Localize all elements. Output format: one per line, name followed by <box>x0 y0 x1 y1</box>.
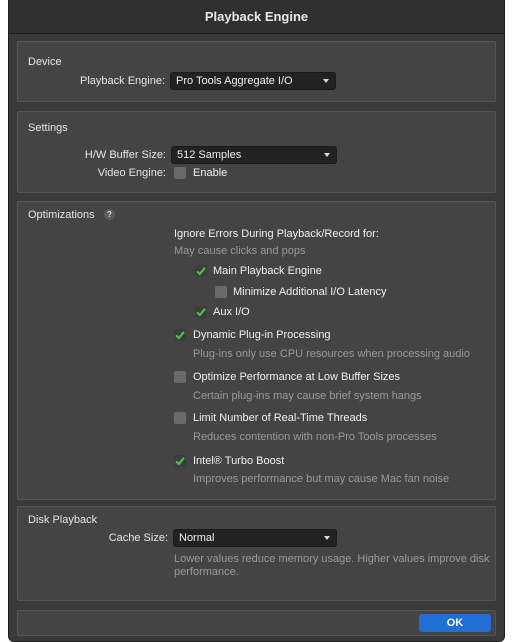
video-engine-label: Video Engine: <box>97 167 166 179</box>
optimize-low-buffer-checkbox[interactable] <box>174 371 186 383</box>
cache-size-hint-line2: performance. <box>174 566 239 578</box>
chevron-down-icon <box>324 536 330 540</box>
ignore-errors-heading: Ignore Errors During Playback/Record for… <box>174 228 379 240</box>
turbo-boost-label: Intel® Turbo Boost <box>193 455 285 467</box>
window-title: Playback Engine <box>9 0 504 34</box>
optimize-low-buffer-label: Optimize Performance at Low Buffer Sizes <box>193 371 401 383</box>
playback-engine-dropdown[interactable]: Pro Tools Aggregate I/O <box>170 72 336 90</box>
checkmark-icon <box>175 331 185 340</box>
turbo-boost-checkbox[interactable] <box>174 455 186 467</box>
settings-section-title: Settings <box>28 122 68 134</box>
playback-engine-window: Playback Engine Device Playback Engine: … <box>8 0 505 642</box>
limit-threads-checkbox[interactable] <box>174 412 186 424</box>
checkmark-icon <box>196 267 206 276</box>
help-icon[interactable]: ? <box>104 209 115 220</box>
turbo-boost-hint: Improves performance but may cause Mac f… <box>193 473 450 485</box>
ok-button[interactable]: OK <box>419 614 491 632</box>
disk-playback-section: Disk Playback Cache Size: Normal Lower v… <box>17 506 496 601</box>
minimize-latency-checkbox[interactable] <box>215 286 227 298</box>
limit-threads-hint: Reduces contention with non-Pro Tools pr… <box>193 431 437 443</box>
buffer-size-dropdown[interactable]: 512 Samples <box>171 146 337 164</box>
video-engine-checkbox[interactable] <box>174 167 186 179</box>
chevron-down-icon <box>324 153 330 157</box>
optimize-low-buffer-hint: Certain plug-ins may cause brief system … <box>193 390 422 402</box>
settings-section: Settings H/W Buffer Size: 512 Samples Vi… <box>17 111 496 193</box>
optimizations-section: Optimizations ? Ignore Errors During Pla… <box>17 201 496 500</box>
optimizations-section-title: Optimizations <box>28 209 95 221</box>
playback-engine-value: Pro Tools Aggregate I/O <box>176 75 293 87</box>
limit-threads-label: Limit Number of Real-Time Threads <box>193 412 368 424</box>
main-playback-label: Main Playback Engine <box>213 265 322 277</box>
cache-size-value: Normal <box>179 532 215 544</box>
device-section: Device Playback Engine: Pro Tools Aggreg… <box>17 41 496 102</box>
aux-io-label: Aux I/O <box>213 306 250 318</box>
aux-io-checkbox[interactable] <box>195 306 207 318</box>
minimize-latency-label: Minimize Additional I/O Latency <box>233 286 387 298</box>
dynamic-plugin-checkbox[interactable] <box>174 329 186 341</box>
device-section-title: Device <box>28 56 62 68</box>
playback-engine-label: Playback Engine: <box>80 75 165 87</box>
dynamic-plugin-hint: Plug-ins only use CPU resources when pro… <box>193 348 470 360</box>
checkmark-icon <box>175 457 185 466</box>
buffer-size-label: H/W Buffer Size: <box>84 149 166 161</box>
buffer-size-value: 512 Samples <box>177 149 242 161</box>
disk-playback-section-title: Disk Playback <box>28 514 98 526</box>
checkmark-icon <box>196 308 206 317</box>
cache-size-label: Cache Size: <box>108 532 168 544</box>
main-playback-checkbox[interactable] <box>195 265 207 277</box>
video-engine-enable-label: Enable <box>193 167 228 179</box>
ignore-errors-hint: May cause clicks and pops <box>174 245 306 257</box>
dialog-footer: OK <box>17 610 496 636</box>
cache-size-dropdown[interactable]: Normal <box>173 529 337 547</box>
chevron-down-icon <box>323 79 329 83</box>
dynamic-plugin-label: Dynamic Plug-in Processing <box>193 329 331 341</box>
cache-size-hint-line1: Lower values reduce memory usage. Higher… <box>174 553 490 565</box>
